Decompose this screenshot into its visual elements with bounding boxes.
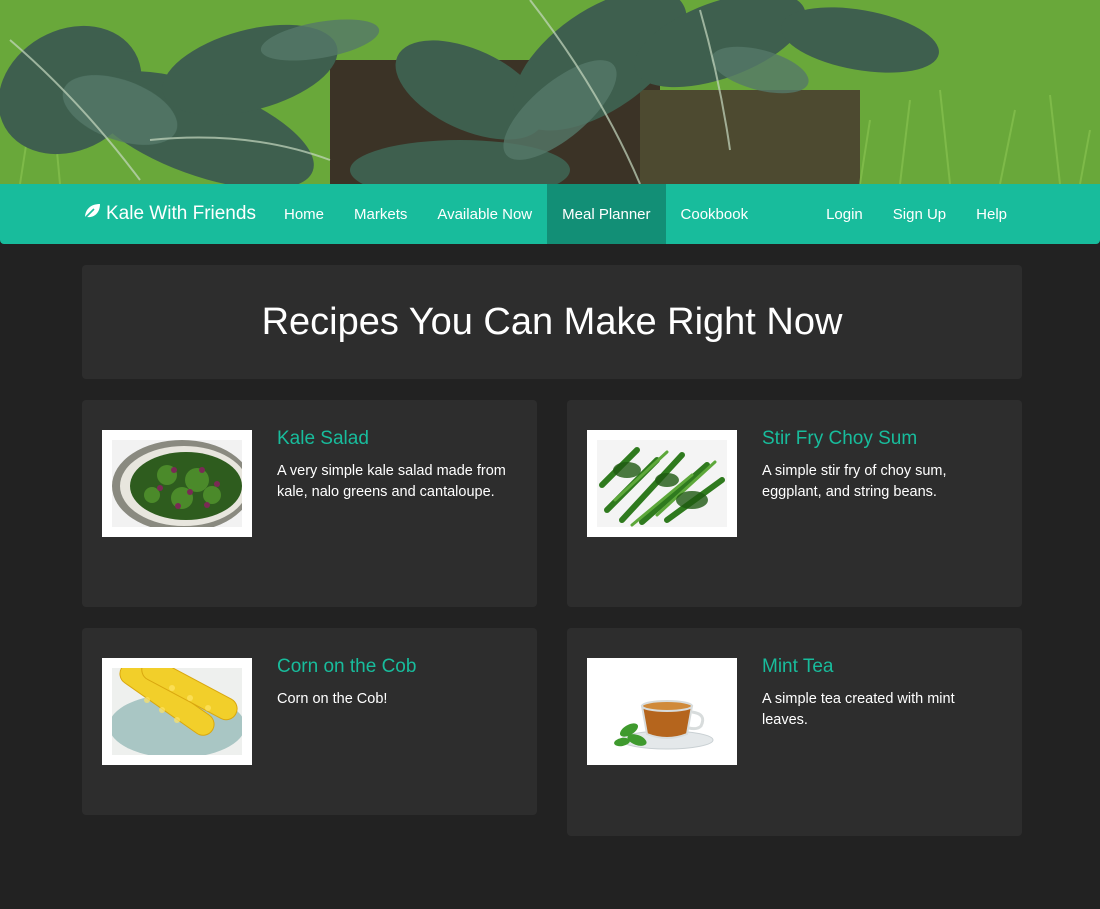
nav-account-menu: Login Sign Up Help [811, 184, 1022, 244]
recipe-description: A simple tea created with mint leaves. [762, 691, 955, 728]
recipe-title-kale-salad[interactable]: Kale Salad [277, 428, 369, 450]
recipe-card-stir-fry-choy-sum[interactable]: Stir Fry Choy Sum A simple stir fry of c… [567, 400, 1022, 607]
nav-item-sign-up[interactable]: Sign Up [878, 184, 961, 244]
recipe-title-corn-on-the-cob[interactable]: Corn on the Cob [277, 656, 416, 678]
recipe-image-kale-salad[interactable] [102, 430, 252, 537]
page-title-panel: Recipes You Can Make Right Now [82, 265, 1022, 379]
recipe-image-corn-on-the-cob[interactable] [102, 658, 252, 765]
nav-item-help[interactable]: Help [961, 184, 1022, 244]
recipe-image-mint-tea[interactable] [587, 658, 737, 765]
recipe-card-mint-tea[interactable]: Mint Tea A simple tea created with mint … [567, 628, 1022, 836]
recipe-description: A simple stir fry of choy sum, eggplant,… [762, 463, 947, 500]
nav-item-markets[interactable]: Markets [339, 184, 422, 244]
recipe-title-mint-tea[interactable]: Mint Tea [762, 656, 833, 678]
nav-main-menu: Home Markets Available Now Meal Planner … [269, 184, 763, 244]
recipe-description: A very simple kale salad made from kale,… [277, 463, 506, 500]
leaf-icon [82, 201, 102, 227]
nav-item-login[interactable]: Login [811, 184, 878, 244]
recipe-title-stir-fry-choy-sum[interactable]: Stir Fry Choy Sum [762, 428, 917, 450]
top-navbar: Kale With Friends Home Markets Available… [0, 184, 1100, 244]
nav-item-cookbook[interactable]: Cookbook [666, 184, 764, 244]
hero-banner-image [0, 0, 1100, 184]
recipe-image-stir-fry-choy-sum[interactable] [587, 430, 737, 537]
brand-name: Kale With Friends [106, 203, 256, 224]
recipe-card-corn-on-the-cob[interactable]: Corn on the Cob Corn on the Cob! [82, 628, 537, 815]
brand-link[interactable]: Kale With Friends [82, 184, 256, 244]
recipe-card-kale-salad[interactable]: Kale Salad A very simple kale salad made… [82, 400, 537, 607]
nav-item-available-now[interactable]: Available Now [422, 184, 547, 244]
nav-item-meal-planner[interactable]: Meal Planner [547, 184, 666, 244]
recipe-description: Corn on the Cob! [277, 691, 388, 707]
page-title: Recipes You Can Make Right Now [261, 300, 843, 343]
nav-item-home[interactable]: Home [269, 184, 339, 244]
